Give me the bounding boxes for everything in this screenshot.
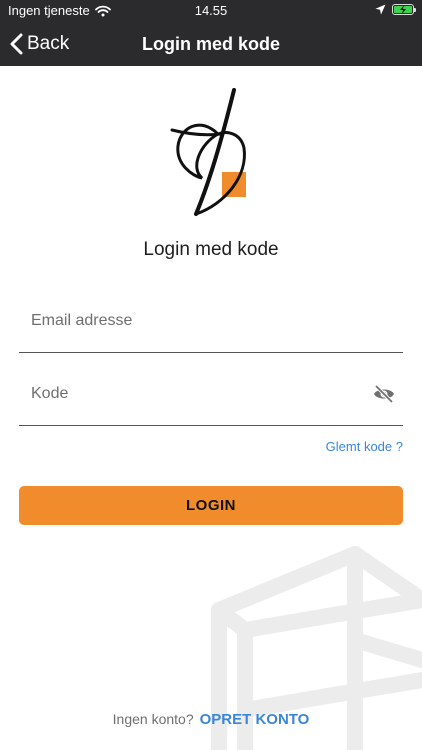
no-account-label: Ingen konto? [112,711,194,727]
status-right [375,4,416,15]
app-logo [170,88,246,216]
login-heading: Login med kode [143,239,279,260]
email-input[interactable] [31,308,361,334]
code-field [19,363,403,426]
create-account-link[interactable]: OPRET KONTO [200,711,310,728]
status-bar: Ingen tjeneste 14.55 [0,0,422,22]
signup-prompt: Ingen konto? OPRET KONTO [0,711,422,728]
email-field [19,290,403,353]
code-input[interactable] [31,381,361,407]
eye-slash-icon[interactable] [373,385,395,403]
login-button[interactable]: LOGIN [19,486,403,525]
navigation-bar: Back Login med kode [0,22,422,66]
battery-icon [392,4,416,15]
forgot-code-link[interactable]: Glemt kode ? [326,439,403,454]
clock: 14.55 [194,3,228,18]
nav-title: Login med kode [141,34,280,54]
location-arrow-icon [375,4,386,15]
